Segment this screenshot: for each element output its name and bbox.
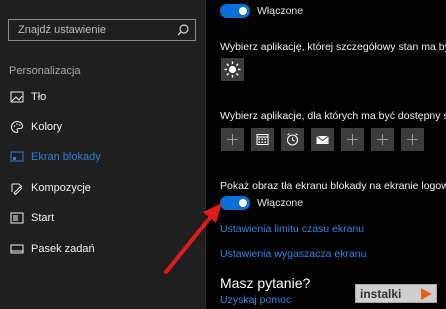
start-icon [10,212,24,224]
quick-status-slot-2[interactable] [251,128,274,151]
search-input[interactable]: Znajdź ustawienie [8,19,196,41]
main-content: Włączone Wybierz aplikację, której szcze… [206,0,446,309]
mail-icon [316,135,329,144]
sidebar-item-label: Kompozycje [31,182,91,194]
brush-icon [11,183,23,195]
alarm-icon [286,133,299,146]
help-link[interactable]: Uzyskaj pomoc [220,294,291,306]
section-title: Personalizacja [9,65,81,77]
quick-status-slot-3[interactable] [281,128,304,151]
sidebar-item-pasek-zadan[interactable]: Pasek zadań [0,236,205,264]
sidebar-item-kolory[interactable]: Kolory [0,114,205,142]
sidebar-item-label: Start [31,212,55,224]
watermark-text: instalki [360,287,402,301]
search-icon[interactable] [175,22,191,38]
screensaver-link[interactable]: Ustawienia wygaszacza ekranu [220,248,367,260]
sidebar-item-ekran-blokady[interactable]: Ekran blokady [0,144,205,172]
detailed-status-app-button[interactable] [221,58,244,81]
toggle-knob [239,199,247,207]
detailed-status-text: Wybierz aplikację, której szczegółowy st… [220,41,446,53]
quick-status-slot-7[interactable] [401,128,424,151]
weather-sun-icon [224,61,241,78]
search-placeholder: Znajdź ustawienie [18,24,107,36]
top-toggle-label: Włączone [257,5,304,17]
signin-background-text: Pokaż obraz tła ekranu blokady na ekrani… [220,180,446,192]
top-toggle[interactable] [220,4,250,18]
lock-screen-icon [10,151,24,162]
sidebar: Znajdź ustawienie Personalizacja Tło Kol… [0,0,205,309]
quick-status-slot-1[interactable] [221,128,244,151]
quick-status-slot-5[interactable] [341,128,364,151]
toggle-knob [239,7,247,15]
quick-status-text: Wybierz aplikacje, dla których ma być do… [220,110,446,122]
sidebar-item-label: Pasek zadań [31,243,95,255]
quick-status-slot-6[interactable] [371,128,394,151]
screen-timeout-link[interactable]: Ustawienia limitu czasu ekranu [220,223,364,235]
instalki-watermark: instalki [355,284,437,303]
play-logo-icon [421,288,432,300]
sidebar-item-tlo[interactable]: Tło [0,84,205,112]
sidebar-item-start[interactable]: Start [0,205,205,233]
sidebar-item-label: Ekran blokady [31,151,101,163]
sidebar-item-label: Kolory [31,121,63,133]
question-heading: Masz pytanie? [220,275,311,291]
quick-status-slot-4[interactable] [311,128,334,151]
signin-background-toggle[interactable] [220,196,250,210]
picture-icon [10,91,24,103]
palette-icon [11,120,24,134]
plus-icon [347,134,358,145]
plus-icon [377,134,388,145]
plus-icon [407,134,418,145]
signin-toggle-label: Włączone [257,197,304,209]
sidebar-item-kompozycje[interactable]: Kompozycje [0,175,205,203]
plus-icon [227,134,238,145]
calendar-icon [256,134,269,145]
taskbar-icon [10,244,24,254]
sidebar-item-label: Tło [31,91,47,103]
